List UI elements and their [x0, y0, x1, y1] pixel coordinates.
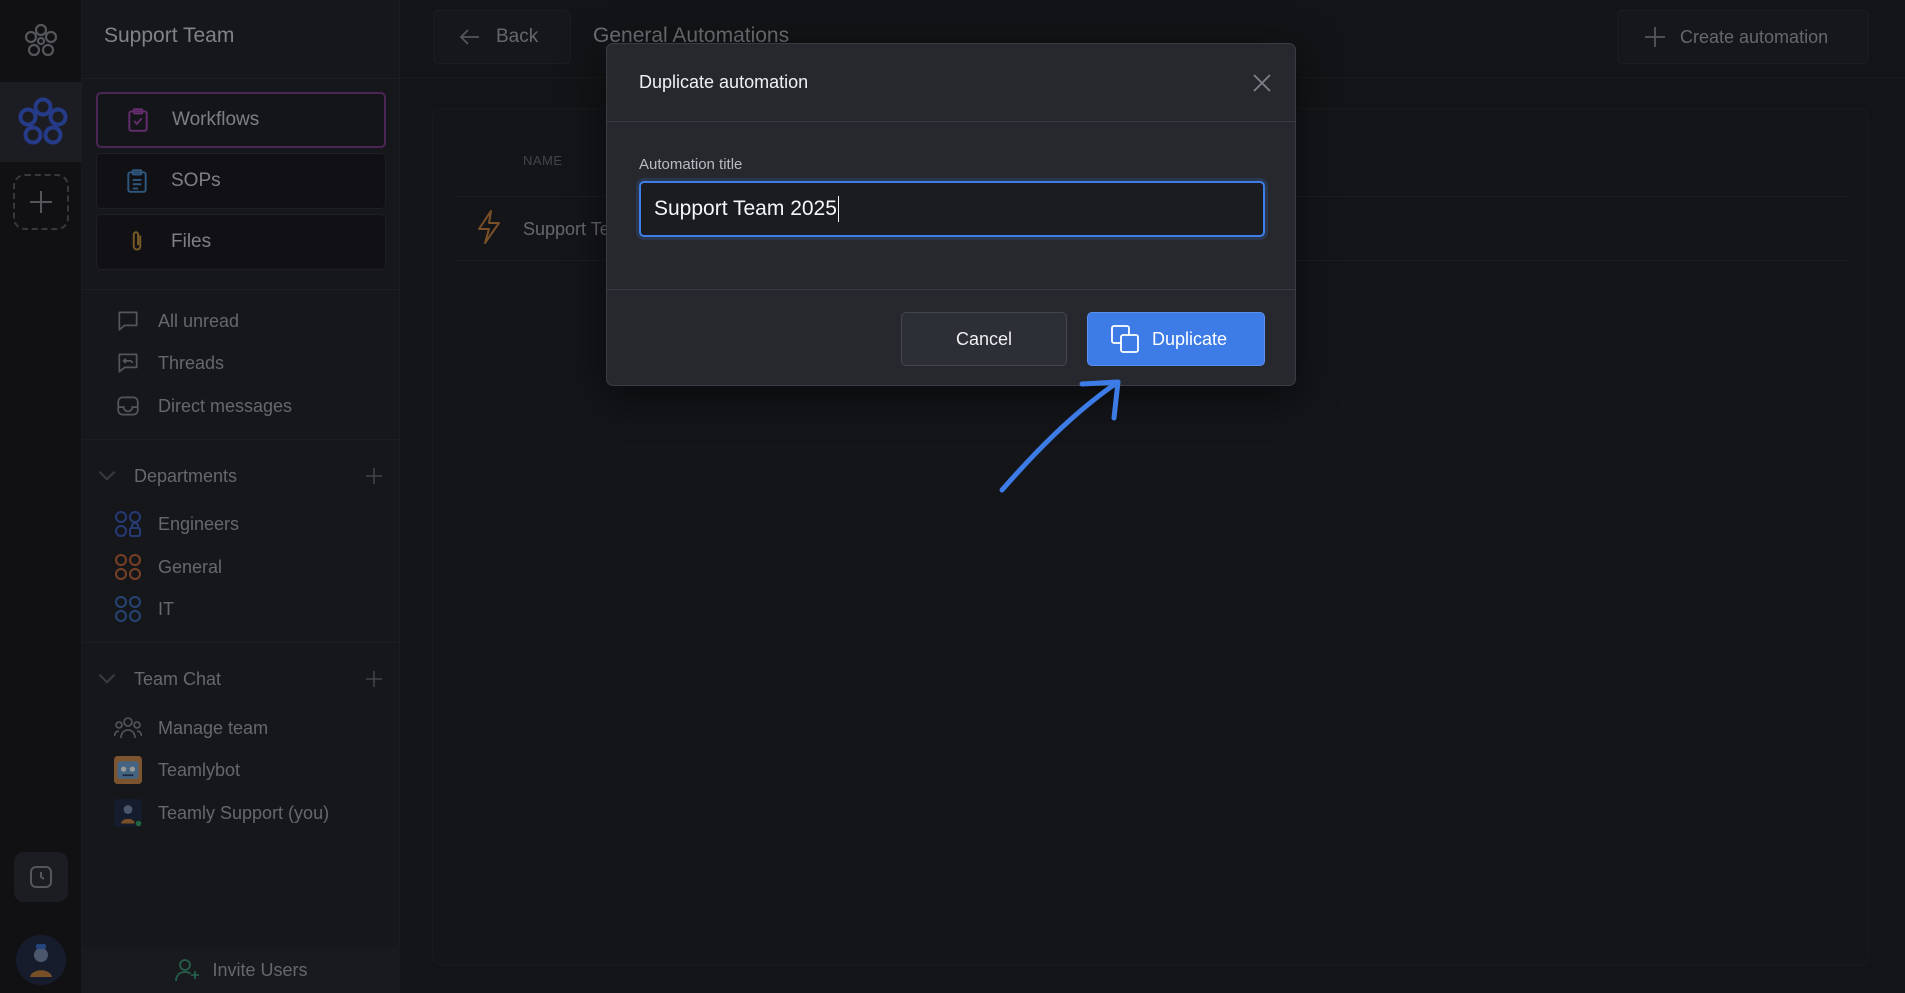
pointer-arrow-icon [999, 379, 1121, 493]
text-caret [837, 196, 839, 222]
duplicate-automation-dialog: Duplicate automation Automation title Su… [606, 43, 1296, 386]
copy-icon [1111, 325, 1139, 353]
duplicate-button[interactable]: Duplicate [1087, 312, 1265, 366]
duplicate-label: Duplicate [1152, 328, 1228, 349]
field-label: Automation title [639, 156, 743, 173]
input-value: Support Team 2025 [654, 197, 837, 220]
cancel-button[interactable]: Cancel [901, 312, 1067, 366]
divider [607, 289, 1295, 290]
close-icon[interactable] [1251, 72, 1273, 94]
dialog-title: Duplicate automation [639, 72, 809, 92]
cancel-label: Cancel [955, 328, 1013, 349]
dialog-header: Duplicate automation [607, 44, 1295, 122]
automation-title-input[interactable]: Support Team 2025 [639, 181, 1265, 237]
